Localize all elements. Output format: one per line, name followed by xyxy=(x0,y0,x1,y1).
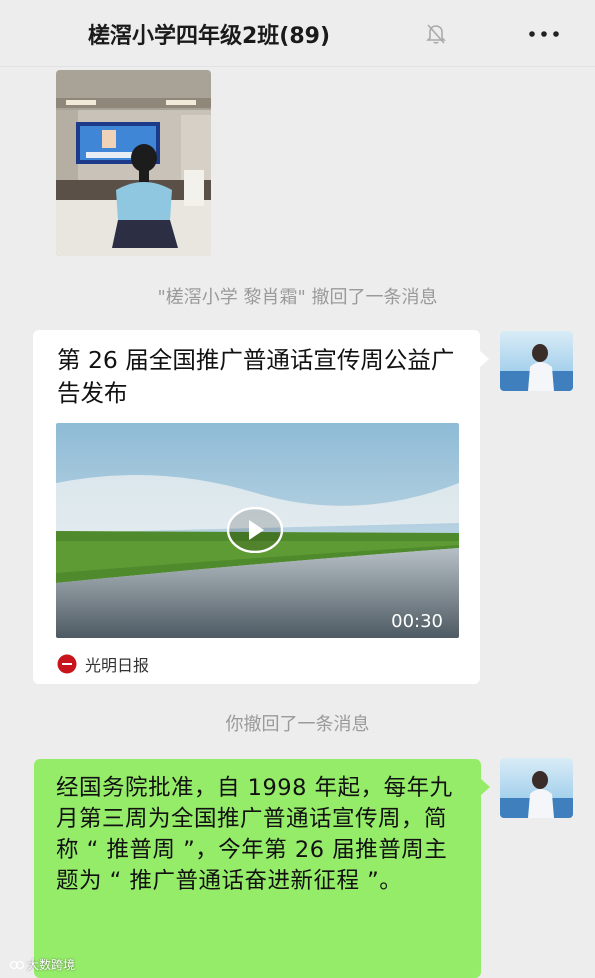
video-source-label: 光明日报 xyxy=(85,656,150,675)
play-icon[interactable] xyxy=(227,507,283,553)
watermark: 大数跨境 xyxy=(10,956,75,973)
recall-notice-self: 你撤回了一条消息 xyxy=(225,714,370,735)
recall-notice-other: "槎滘小学 黎肖霜" 撤回了一条消息 xyxy=(157,287,438,308)
text-message-bubble[interactable]: 经国务院批准，自 1998 年起，每年九月第三周为全国推广普通话宣传周，简称 “… xyxy=(34,759,481,978)
watermark-logo-icon xyxy=(10,960,24,969)
chat-header: 槎滘小学四年级2班(89) xyxy=(0,0,595,67)
avatar-image xyxy=(500,758,573,818)
avatar-image xyxy=(500,331,573,391)
video-source[interactable]: 光明日报 xyxy=(57,652,149,676)
guangming-daily-logo-icon xyxy=(57,654,77,674)
avatar[interactable] xyxy=(500,331,573,391)
video-thumbnail[interactable]: 00:30 xyxy=(56,423,459,638)
video-duration: 00:30 xyxy=(391,611,443,632)
mute-bell-icon xyxy=(426,24,446,44)
text-message-body: 经国务院批准，自 1998 年起，每年九月第三周为全国推广普通话宣传周，简称 “… xyxy=(56,775,453,894)
avatar[interactable] xyxy=(500,758,573,818)
video-card-title: 第 26 届全国推广普通话宣传周公益广告发布 xyxy=(57,346,455,407)
more-dots-icon[interactable] xyxy=(524,20,564,48)
video-share-card[interactable]: 第 26 届全国推广普通话宣传周公益广告发布 00:30 光明日报 xyxy=(33,330,480,684)
classroom-photo xyxy=(56,70,211,256)
photo-message[interactable] xyxy=(56,70,211,256)
text-bubble-tail xyxy=(480,778,490,796)
card-bubble-tail xyxy=(479,350,489,368)
watermark-text: 大数跨境 xyxy=(27,958,76,972)
chat-title[interactable]: 槎滘小学四年级2班(89) xyxy=(88,18,330,50)
